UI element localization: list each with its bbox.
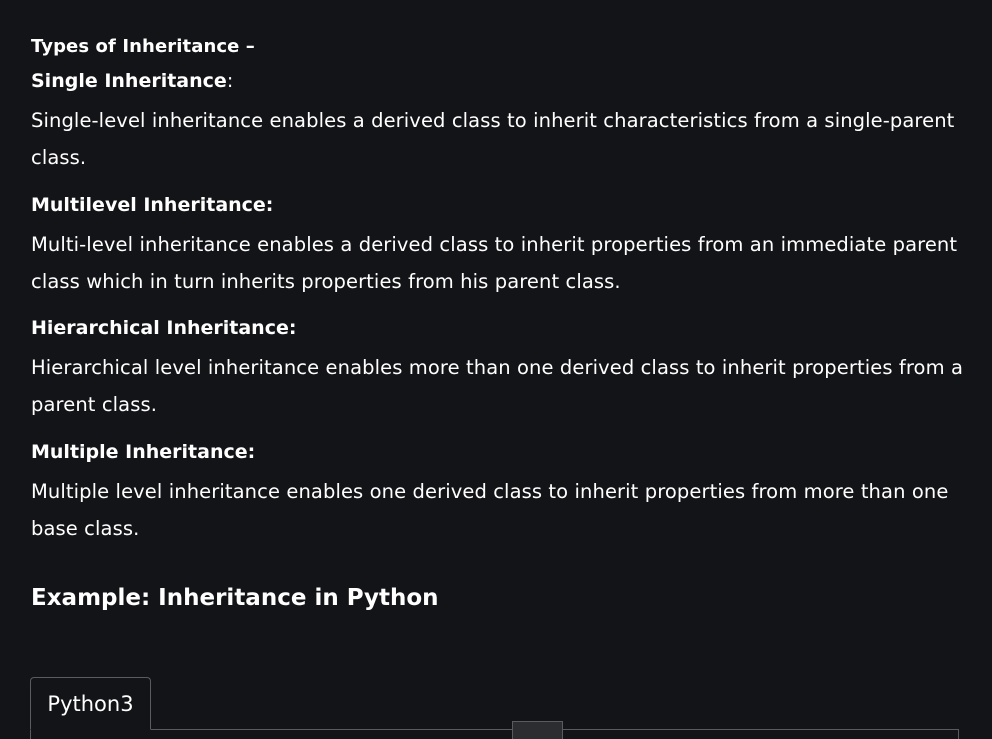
section-body-single: Single-level inheritance enables a deriv…	[31, 109, 955, 169]
section-title-single: Single Inheritance:	[31, 70, 233, 92]
tab-python3[interactable]: Python3	[30, 677, 151, 730]
section-title-hierarchical: Hierarchical Inheritance:	[31, 317, 297, 339]
section-title-colon: :	[226, 70, 234, 92]
types-heading: Types of Inheritance –	[31, 36, 255, 57]
code-block-frame	[30, 729, 959, 739]
code-block-drag-handle[interactable]	[512, 721, 563, 739]
section-title-multilevel: Multilevel Inheritance:	[31, 194, 274, 216]
section-title-multiple: Multiple Inheritance:	[31, 441, 256, 463]
section-body-multiple: Multiple level inheritance enables one d…	[31, 480, 949, 540]
section-title-text: Single Inheritance	[31, 70, 227, 92]
section-body-multilevel: Multi-level inheritance enables a derive…	[31, 233, 958, 293]
section-body-hierarchical: Hierarchical level inheritance enables m…	[31, 356, 964, 416]
example-heading: Example: Inheritance in Python	[31, 585, 439, 611]
